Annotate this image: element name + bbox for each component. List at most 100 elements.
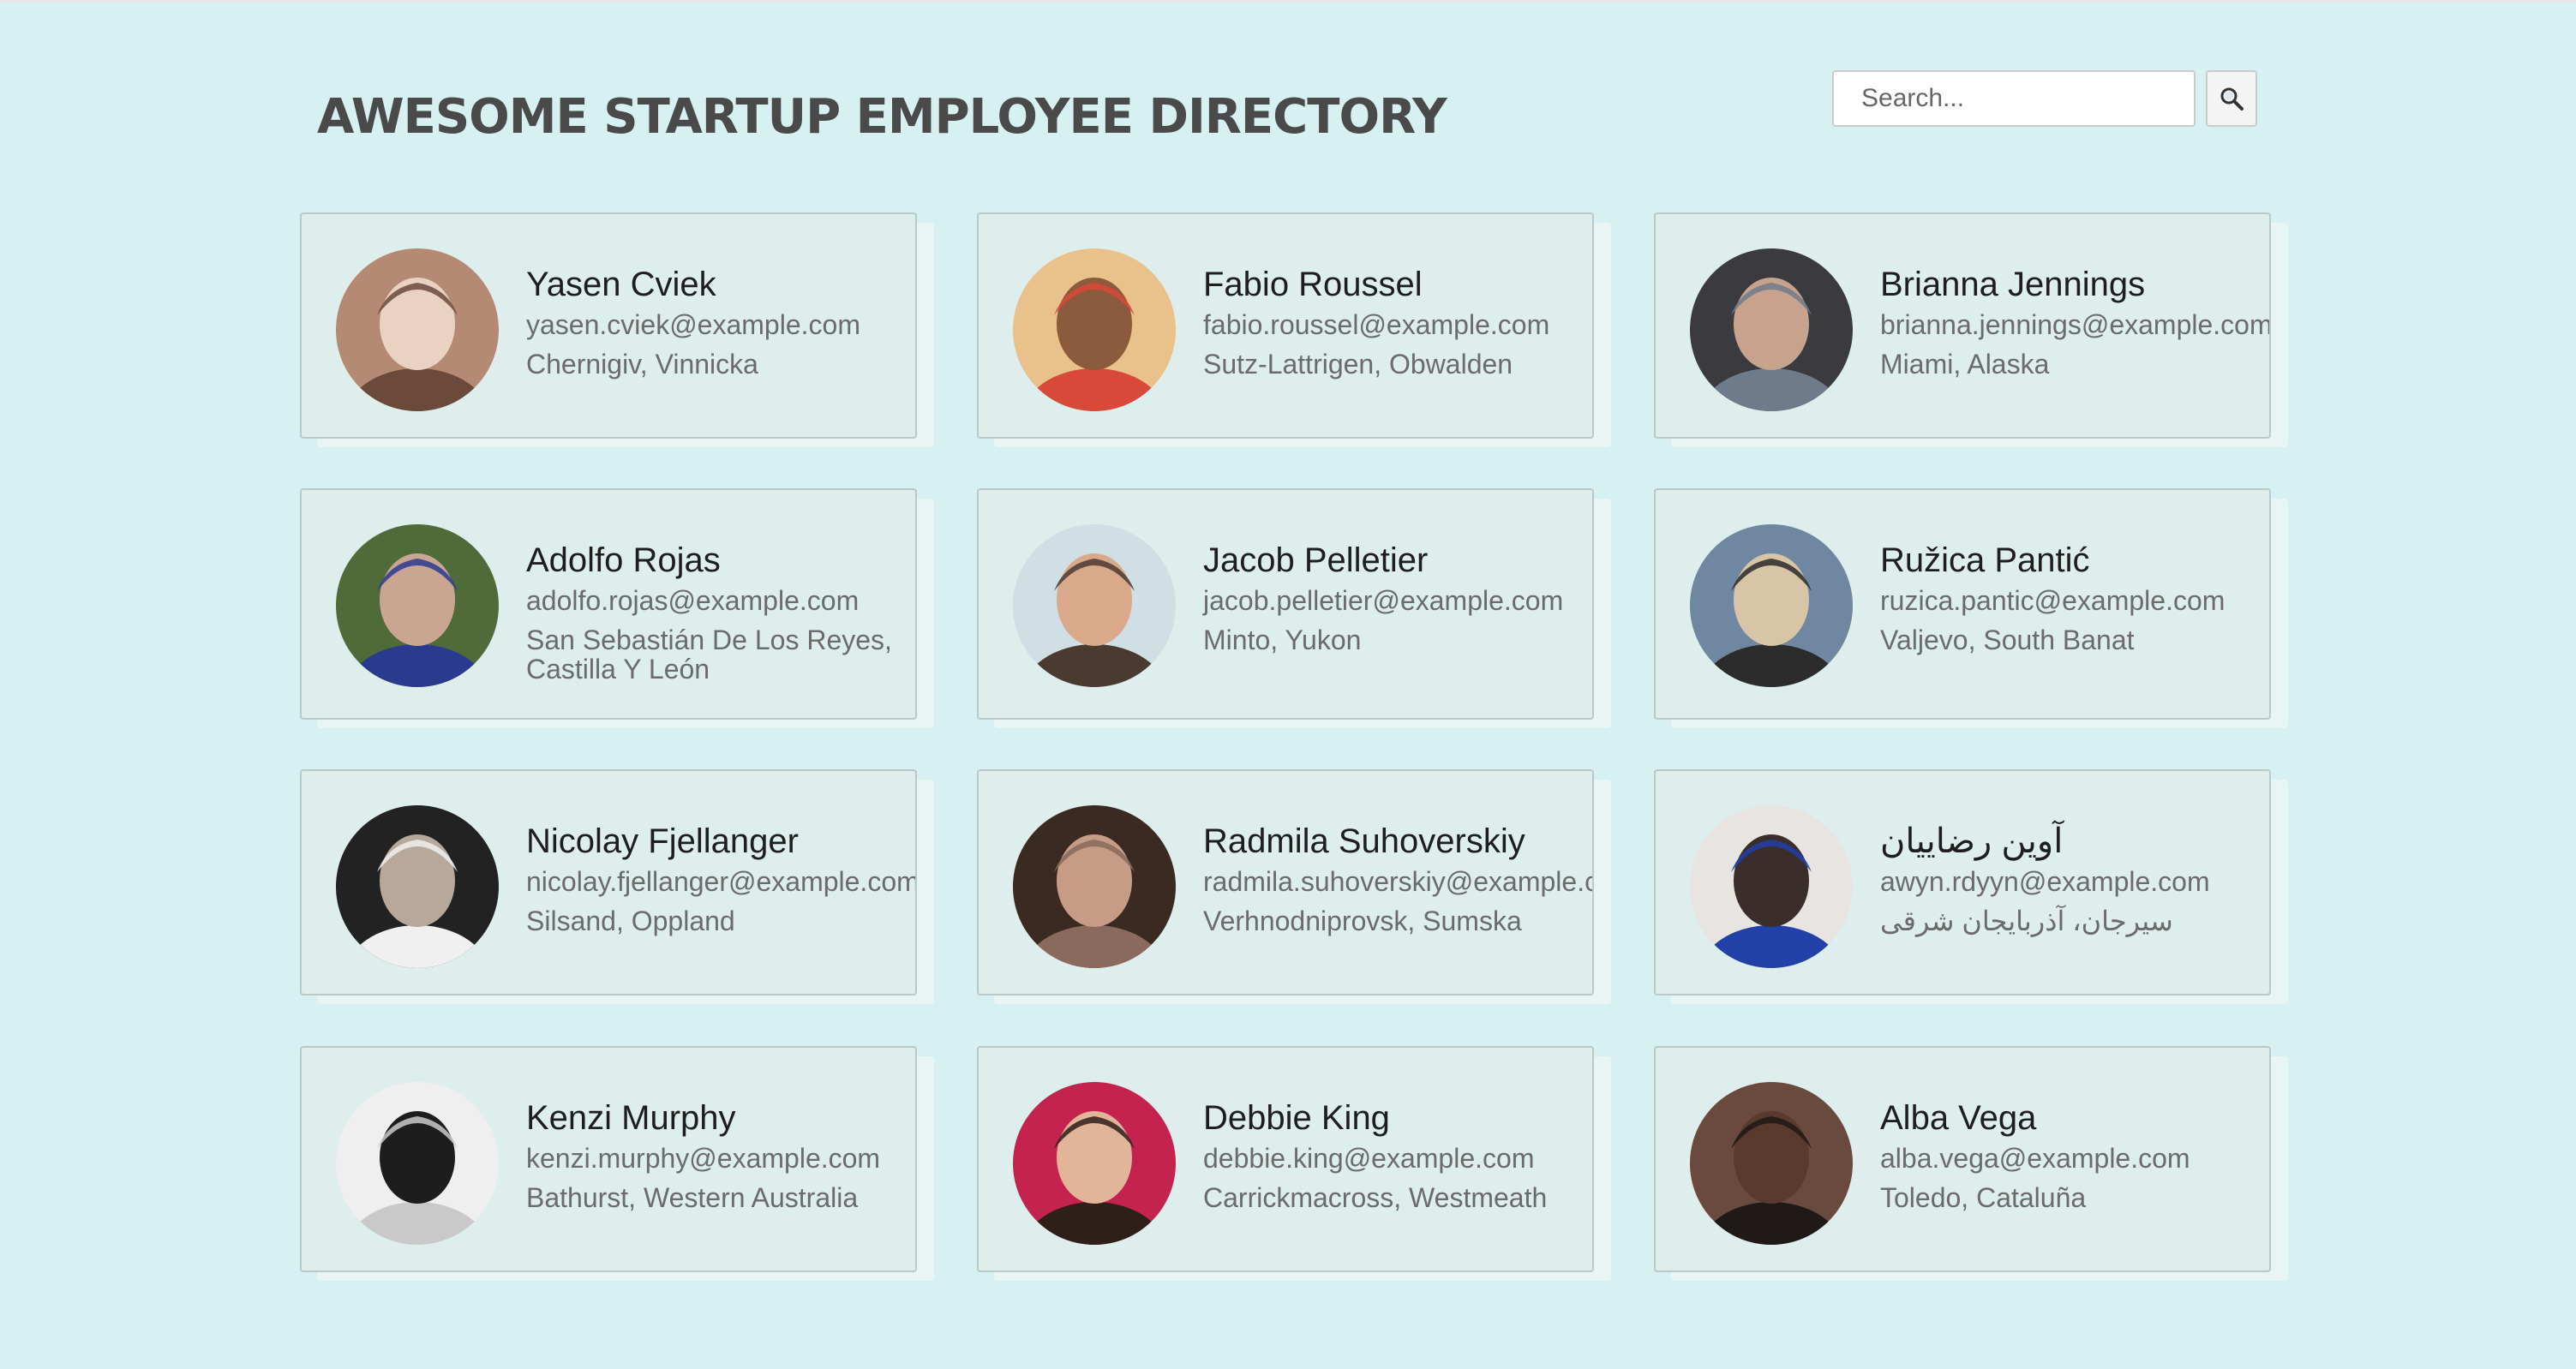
avatar-photo	[336, 805, 499, 968]
employee-name: Alba Vega	[1880, 1099, 2037, 1137]
employee-name: Fabio Roussel	[1203, 266, 1423, 303]
employee-card[interactable]: Ružica Pantić ruzica.pantic@example.com Va…	[1654, 488, 2271, 720]
employee-location: Chernigiv, Vinnicka	[526, 349, 758, 380]
employee-info: Jacob Pelletier jacob.pelletier@example.c…	[1203, 540, 1592, 660]
employee-email: debbie.king@example.com	[1203, 1143, 1535, 1174]
employee-name: Radmila Suhoverskiy	[1203, 822, 1525, 860]
employee-email: nicolay.fjellanger@example.com	[526, 866, 917, 897]
avatar	[336, 524, 499, 687]
employee-card-wrapper: Brianna Jennings brianna.jennings@example…	[1654, 212, 2288, 447]
employee-card[interactable]: Fabio Roussel fabio.roussel@example.com Su…	[977, 212, 1594, 439]
employee-card-wrapper: Ružica Pantić ruzica.pantic@example.com Va…	[1654, 488, 2288, 728]
avatar	[1013, 1082, 1176, 1245]
employee-info: Adolfo Rojas adolfo.rojas@example.com San …	[526, 540, 915, 684]
employee-name: Debbie King	[1203, 1099, 1390, 1137]
employee-name: Brianna Jennings	[1880, 266, 2146, 303]
employee-card-wrapper: Jacob Pelletier jacob.pelletier@example.c…	[977, 488, 1611, 728]
employee-info: Alba Vega alba.vega@example.com Toledo, Ca…	[1880, 1097, 2269, 1217]
employee-email: adolfo.rojas@example.com	[526, 585, 860, 616]
employee-location: San Sebastián De Los Reyes, Castilla Y L…	[526, 625, 892, 684]
employee-info: Radmila Suhoverskiy radmila.suhoverskiy@e…	[1203, 821, 1592, 941]
employee-card[interactable]: Debbie King debbie.king@example.com Carric…	[977, 1046, 1594, 1272]
employee-email: radmila.suhoverskiy@example.com	[1203, 866, 1594, 897]
employee-card-wrapper: Alba Vega alba.vega@example.com Toledo, Ca…	[1654, 1046, 2288, 1281]
employee-name: Nicolay Fjellanger	[526, 822, 799, 860]
employee-location: Toledo, Cataluña	[1880, 1182, 2087, 1213]
employee-location: Miami, Alaska	[1880, 349, 2050, 380]
avatar	[336, 805, 499, 968]
employee-card[interactable]: Brianna Jennings brianna.jennings@example…	[1654, 212, 2271, 439]
avatar-photo	[1013, 1082, 1176, 1245]
employee-card[interactable]: Alba Vega alba.vega@example.com Toledo, Ca…	[1654, 1046, 2271, 1272]
employee-card[interactable]: Yasen Cviek yasen.cviek@example.com Cherni…	[300, 212, 917, 439]
avatar	[1690, 1082, 1853, 1245]
employee-card-wrapper: آوین رضاییان awyn.rdyyn@example.com سیرجان…	[1654, 769, 2288, 1004]
employee-card[interactable]: Nicolay Fjellanger nicolay.fjellanger@exa…	[300, 769, 917, 995]
employee-card-wrapper: Adolfo Rojas adolfo.rojas@example.com San …	[300, 488, 934, 728]
employee-email: brianna.jennings@example.com	[1880, 309, 2271, 340]
employee-card-wrapper: Nicolay Fjellanger nicolay.fjellanger@exa…	[300, 769, 934, 1004]
employee-email: awyn.rdyyn@example.com	[1880, 866, 2210, 897]
avatar	[1690, 805, 1853, 968]
employee-info: Yasen Cviek yasen.cviek@example.com Cherni…	[526, 264, 915, 384]
employee-email: jacob.pelletier@example.com	[1203, 585, 1564, 616]
employee-email: ruzica.pantic@example.com	[1880, 585, 2226, 616]
employee-card[interactable]: آوین رضاییان awyn.rdyyn@example.com سیرجان…	[1654, 769, 2271, 995]
avatar	[1013, 248, 1176, 411]
employee-location: Carrickmacross, Westmeath	[1203, 1182, 1548, 1213]
employee-name: آوین رضاییان	[1880, 822, 2064, 860]
employee-email: alba.vega@example.com	[1880, 1143, 2190, 1174]
employee-name: Kenzi Murphy	[526, 1099, 736, 1137]
avatar	[1013, 524, 1176, 687]
avatar-photo	[1690, 248, 1853, 411]
employee-location: Sutz-Lattrigen, Obwalden	[1203, 349, 1513, 380]
avatar	[1690, 248, 1853, 411]
employee-location: سیرجان، آذربایجان شرقی	[1880, 906, 2173, 936]
employee-card[interactable]: Jacob Pelletier jacob.pelletier@example.c…	[977, 488, 1594, 720]
avatar-photo	[1013, 524, 1176, 687]
employee-info: Brianna Jennings brianna.jennings@example…	[1880, 264, 2269, 384]
avatar	[336, 1082, 499, 1245]
employee-info: Nicolay Fjellanger nicolay.fjellanger@exa…	[526, 821, 915, 941]
avatar-photo	[1690, 524, 1853, 687]
search-input[interactable]	[1832, 70, 2196, 127]
employee-name: Ružica Pantić	[1880, 541, 2090, 579]
avatar-photo	[1690, 1082, 1853, 1245]
magnifier-icon	[2220, 87, 2244, 111]
employee-card-wrapper: Debbie King debbie.king@example.com Carric…	[977, 1046, 1611, 1281]
employee-email: yasen.cviek@example.com	[526, 309, 860, 340]
header: AWESOME STARTUP EMPLOYEE DIRECTORY	[300, 60, 2271, 154]
avatar-photo	[336, 248, 499, 411]
employee-location: Silsand, Oppland	[526, 906, 735, 936]
employee-location: Minto, Yukon	[1203, 625, 1362, 655]
employee-info: Fabio Roussel fabio.roussel@example.com Su…	[1203, 264, 1592, 384]
employee-card-wrapper: Radmila Suhoverskiy radmila.suhoverskiy@e…	[977, 769, 1611, 1004]
employee-name: Adolfo Rojas	[526, 541, 721, 579]
employee-card-wrapper: Yasen Cviek yasen.cviek@example.com Cherni…	[300, 212, 934, 447]
top-border	[0, 0, 2576, 3]
employee-location: Bathurst, Western Australia	[526, 1182, 859, 1213]
avatar-photo	[1690, 805, 1853, 968]
page-title: AWESOME STARTUP EMPLOYEE DIRECTORY	[317, 89, 1447, 145]
employee-card[interactable]: Kenzi Murphy kenzi.murphy@example.com Bath…	[300, 1046, 917, 1272]
search-button[interactable]	[2206, 70, 2257, 127]
employee-info: Kenzi Murphy kenzi.murphy@example.com Bath…	[526, 1097, 915, 1217]
employee-info: آوین رضاییان awyn.rdyyn@example.com سیرجان…	[1880, 821, 2269, 941]
employee-location: Valjevo, South Banat	[1880, 625, 2135, 655]
employee-email: kenzi.murphy@example.com	[526, 1143, 881, 1174]
employee-location: Verhnodniprovsk, Sumska	[1203, 906, 1522, 936]
avatar-photo	[1013, 805, 1176, 968]
employee-card[interactable]: Radmila Suhoverskiy radmila.suhoverskiy@e…	[977, 769, 1594, 995]
avatar-photo	[336, 1082, 499, 1245]
avatar	[1690, 524, 1853, 687]
employee-email: fabio.roussel@example.com	[1203, 309, 1550, 340]
search-form	[1832, 70, 2261, 127]
avatar-photo	[336, 524, 499, 687]
employee-card-wrapper: Kenzi Murphy kenzi.murphy@example.com Bath…	[300, 1046, 934, 1281]
avatar-photo	[1013, 248, 1176, 411]
avatar	[336, 248, 499, 411]
employee-card[interactable]: Adolfo Rojas adolfo.rojas@example.com San …	[300, 488, 917, 720]
employee-name: Yasen Cviek	[526, 266, 716, 303]
employee-info: Debbie King debbie.king@example.com Carric…	[1203, 1097, 1592, 1217]
avatar	[1013, 805, 1176, 968]
